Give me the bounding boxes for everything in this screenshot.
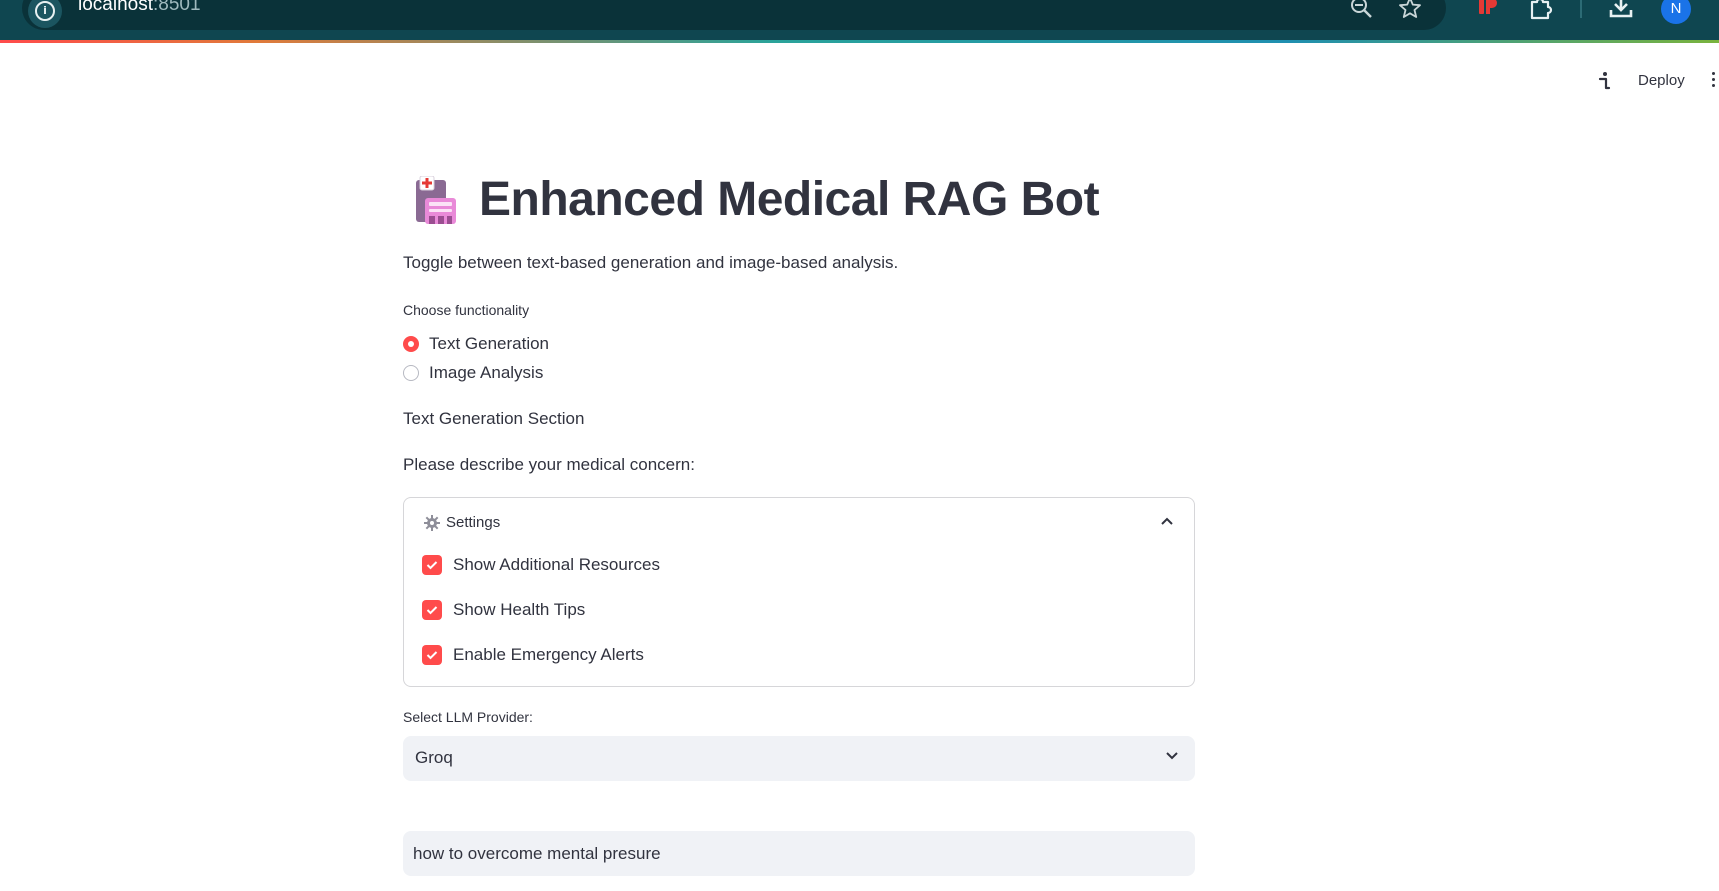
- about-info-icon[interactable]: [1594, 70, 1614, 92]
- page-caption: Toggle between text-based generation and…: [403, 253, 899, 272]
- toolbar-separator: [1580, 0, 1582, 18]
- settings-title: Settings: [446, 514, 501, 531]
- select-value: Groq: [415, 748, 453, 767]
- page-title-row: Enhanced Medical RAG Bot: [415, 172, 1100, 227]
- radio-text-generation[interactable]: Text Generation: [403, 334, 549, 354]
- extensions-puzzle-icon[interactable]: [1528, 0, 1554, 20]
- checkbox-label: Enable Emergency Alerts: [453, 645, 644, 664]
- checkbox-checked-icon: [422, 600, 442, 620]
- bookmark-star-icon[interactable]: [1398, 0, 1422, 20]
- llm-provider-select[interactable]: Groq: [403, 736, 1195, 781]
- functionality-label: Choose functionality: [403, 302, 530, 318]
- radio-selected-icon: [403, 336, 419, 352]
- radio-option-label: Image Analysis: [429, 363, 544, 382]
- settings-expander-header[interactable]: Settings: [424, 514, 500, 531]
- url-text[interactable]: localhost:8501: [78, 0, 201, 16]
- prompt-label: Please describe your medical concern:: [403, 455, 695, 474]
- chevron-up-icon[interactable]: [1160, 516, 1174, 526]
- deploy-button[interactable]: Deploy: [1630, 70, 1693, 91]
- profile-avatar[interactable]: N: [1661, 0, 1691, 24]
- medical-kit-icon: [416, 175, 456, 224]
- tab-accent-line: [0, 40, 1719, 43]
- section-title: Text Generation Section: [403, 409, 585, 428]
- checkbox-show-resources[interactable]: Show Additional Resources: [422, 555, 660, 575]
- download-icon[interactable]: [1608, 0, 1634, 20]
- radio-image-analysis[interactable]: Image Analysis: [403, 363, 543, 383]
- browser-toolbar: i localhost:8501 N: [0, 0, 1719, 40]
- checkbox-label: Show Additional Resources: [453, 555, 660, 574]
- page-title: Enhanced Medical RAG Bot: [479, 173, 1100, 226]
- checkbox-show-health-tips[interactable]: Show Health Tips: [422, 600, 585, 620]
- llm-provider-label: Select LLM Provider:: [403, 709, 533, 725]
- radio-unselected-icon: [403, 365, 419, 381]
- main-menu-icon[interactable]: [1712, 72, 1715, 90]
- chevron-down-icon: [1166, 752, 1178, 760]
- medical-concern-input[interactable]: [403, 831, 1195, 876]
- zoom-out-icon[interactable]: [1350, 0, 1374, 20]
- extension-ip-icon[interactable]: [1476, 0, 1500, 20]
- checkbox-label: Show Health Tips: [453, 600, 586, 619]
- checkbox-checked-icon: [422, 555, 442, 575]
- gear-icon: [424, 514, 440, 531]
- address-bar[interactable]: [22, 0, 1446, 30]
- settings-expander: Settings Show Additional Resources Show …: [403, 497, 1195, 687]
- checkbox-checked-icon: [422, 645, 442, 665]
- radio-option-label: Text Generation: [429, 334, 550, 353]
- url-host: localhost: [78, 0, 153, 15]
- url-port: :8501: [153, 0, 201, 15]
- checkbox-emergency-alerts[interactable]: Enable Emergency Alerts: [422, 645, 644, 665]
